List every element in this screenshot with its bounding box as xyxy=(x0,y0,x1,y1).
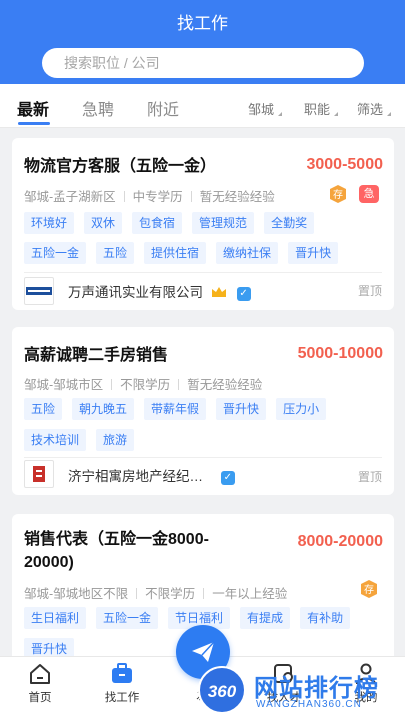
benefit-tag: 包食宿 xyxy=(132,212,183,234)
search-input[interactable]: 搜索职位 / 公司 xyxy=(42,48,364,78)
benefit-tag: 晋升快 xyxy=(288,242,339,264)
tab-urgent[interactable]: 急聘 xyxy=(82,96,114,120)
app-header: 找工作 搜索职位 / 公司 xyxy=(0,0,405,84)
pinned-label: 置顶 xyxy=(357,470,382,484)
send-icon xyxy=(192,641,215,662)
job-salary: 8000-20000 xyxy=(297,533,383,550)
watermark: 360 网站排行榜 WANGZHAN360.CN xyxy=(198,664,403,716)
tab-latest[interactable]: 最新 xyxy=(17,96,49,120)
verified-icon: ✓ xyxy=(220,471,235,485)
home-icon xyxy=(30,664,50,684)
briefcase-icon xyxy=(112,663,132,683)
benefit-tag: 有提成 xyxy=(240,607,291,629)
benefit-tag: 技术培训 xyxy=(24,429,87,451)
benefit-tag: 提供住宿 xyxy=(144,242,207,264)
benefit-tag: 旅游 xyxy=(96,429,135,451)
store-badge-icon: 存 xyxy=(330,185,346,203)
store-badge-icon: 存 xyxy=(361,580,377,598)
watermark-url: WANGZHAN360.CN xyxy=(256,699,362,710)
benefit-tag: 压力小 xyxy=(276,398,327,420)
job-meta: 邹城-孟子湖新区 中专学历 暂无经验经验 xyxy=(24,190,275,204)
watermark-text: 网站排行榜 xyxy=(254,675,379,702)
benefit-tag: 管理规范 xyxy=(192,212,255,234)
benefit-tag: 生日福利 xyxy=(24,607,87,629)
benefit-tag: 环境好 xyxy=(24,212,75,234)
watermark-badge: 360 xyxy=(198,666,246,714)
company-name[interactable]: 万声通讯实业有限公司 ✓ xyxy=(68,281,251,301)
job-salary: 3000-5000 xyxy=(306,156,383,173)
benefit-tag: 缴纳社保 xyxy=(216,242,279,264)
tab-bar: 最新 急聘 附近 邹城 职能 筛选 xyxy=(0,84,405,128)
job-title: 高薪诚聘二手房销售 xyxy=(24,347,169,364)
filter-more[interactable]: 筛选 xyxy=(357,99,392,118)
job-card[interactable]: 物流官方客服（五险一金） 3000-5000 邹城-孟子湖新区 中专学历 暂无经验经… xyxy=(12,138,394,310)
divider xyxy=(24,457,382,458)
benefit-tag: 五险 xyxy=(24,398,63,420)
company-logo xyxy=(24,277,54,305)
job-card[interactable]: 高薪诚聘二手房销售 5000-10000 邹城-邹城市区 不限学历 暂无经验经验 五… xyxy=(12,327,394,495)
nav-home[interactable]: 首页 xyxy=(10,663,70,705)
tab-nearby[interactable]: 附近 xyxy=(147,96,179,120)
dropdown-triangle-icon xyxy=(278,112,283,116)
nav-find-job[interactable]: 找工作 xyxy=(92,663,152,705)
company-logo xyxy=(24,460,54,488)
job-meta: 邹城-邹城市区 不限学历 暂无经验经验 xyxy=(24,378,263,392)
job-salary: 5000-10000 xyxy=(297,345,383,362)
benefit-tag: 有补助 xyxy=(300,607,351,629)
job-title: 物流官方客服（五险一金） xyxy=(24,158,217,175)
divider xyxy=(24,272,382,273)
benefit-tag: 朝九晚五 xyxy=(72,398,135,420)
dropdown-triangle-icon xyxy=(334,112,339,116)
crown-icon xyxy=(211,287,226,297)
pinned-label: 置顶 xyxy=(357,284,382,298)
benefit-tag: 五险一金 xyxy=(24,242,87,264)
dropdown-triangle-icon xyxy=(387,112,392,116)
company-name[interactable]: 济宁相寓房地产经纪… ✓ xyxy=(68,465,235,485)
page-title: 找工作 xyxy=(177,14,228,33)
urgent-badge: 急 xyxy=(359,185,379,203)
verified-icon: ✓ xyxy=(236,287,251,301)
svg-text:存: 存 xyxy=(364,583,374,596)
benefit-tag: 五险 xyxy=(96,242,135,264)
benefit-tags: 五险一金 五险 提供住宿 缴纳社保 晋升快 xyxy=(24,242,339,264)
job-title: 销售代表（五险一金8000- 20000) xyxy=(24,531,209,571)
benefit-tags: 五险 朝九晚五 带薪年假 晋升快 压力小 xyxy=(24,398,327,420)
tab-active-indicator xyxy=(18,122,50,125)
job-meta: 邹城-邹城地区不限 不限学历 一年以上经验 xyxy=(24,587,288,601)
benefit-tags: 技术培训 旅游 xyxy=(24,429,135,451)
benefit-tags: 生日福利 五险一金 节日福利 有提成 有补助 xyxy=(24,607,351,629)
benefit-tag: 全勤奖 xyxy=(264,212,315,234)
svg-text:存: 存 xyxy=(333,188,343,201)
filter-city[interactable]: 邹城 xyxy=(248,99,283,118)
benefit-tag: 双休 xyxy=(84,212,123,234)
benefit-tag: 五险一金 xyxy=(96,607,159,629)
filter-function[interactable]: 职能 xyxy=(304,99,339,118)
benefit-tag: 晋升快 xyxy=(216,398,267,420)
benefit-tags: 环境好 双休 包食宿 管理规范 全勤奖 xyxy=(24,212,315,234)
benefit-tag: 带薪年假 xyxy=(144,398,207,420)
